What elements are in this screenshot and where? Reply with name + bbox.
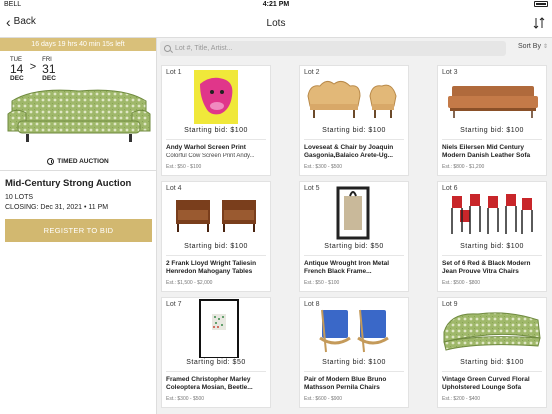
- search-icon: [164, 45, 171, 52]
- lot-card[interactable]: Lot 8 Starting bid: $100 Pair of Modern …: [299, 297, 409, 408]
- starting-bid: Starting bid: $50: [186, 359, 246, 366]
- register-to-bid-button[interactable]: REGISTER TO BID: [5, 219, 152, 242]
- app-window: BELL 4:21 PM ‹ Back Lots 16 days 19 hrs …: [0, 0, 552, 414]
- lot-estimate: Est.: $300 - $500: [166, 396, 205, 402]
- auction-info-panel: 16 days 19 hrs 40 min 15s left TUE 14 DE…: [0, 38, 157, 414]
- sort-arrows-icon: ⇕: [542, 43, 548, 50]
- divider: [166, 371, 266, 372]
- starting-bid: Starting bid: $100: [322, 127, 386, 134]
- lot-number: Lot 6: [442, 185, 458, 192]
- lot-card[interactable]: Lot 1 Starting bid: $100 Andy Warhol Scr…: [161, 65, 271, 176]
- divider: [304, 139, 404, 140]
- divider: [304, 371, 404, 372]
- sort-filter-icon[interactable]: [533, 17, 545, 29]
- clock-icon: [47, 158, 55, 165]
- divider: [304, 255, 404, 256]
- lot-number: Lot 4: [166, 185, 182, 192]
- search-input[interactable]: Lot #, Title, Artist...: [160, 41, 506, 56]
- divider: [442, 139, 542, 140]
- end-day: 31: [42, 62, 56, 76]
- sort-by-label: Sort By: [518, 43, 541, 50]
- start-day: 14: [10, 62, 24, 76]
- lot-estimate: Est.: $800 - $1,200: [442, 164, 485, 170]
- starting-bid: Starting bid: $100: [460, 359, 524, 366]
- starting-bid: Starting bid: $100: [460, 243, 524, 250]
- lot-estimate: Est.: $50 - $100: [304, 280, 340, 286]
- nav-bar: ‹ Back Lots: [0, 10, 552, 38]
- lot-card[interactable]: Lot 6 Starting bid: $100 Set of 6 Red & …: [437, 181, 547, 292]
- lot-title: Niels Eilersen Mid Century Modern Danish…: [442, 144, 531, 159]
- lot-card[interactable]: Lot 3 Starting bid: $100 Niels Eilersen …: [437, 65, 547, 176]
- lot-card[interactable]: Lot 9 Starting bid: $100 Vintage Green C…: [437, 297, 547, 408]
- lot-count: 10 LOTS: [5, 194, 34, 201]
- status-bar: BELL 4:21 PM: [0, 0, 552, 10]
- divider: [442, 255, 542, 256]
- lot-number: Lot 2: [304, 69, 320, 76]
- closing-time: CLOSING: Dec 31, 2021 • 11 PM: [5, 204, 109, 211]
- lots-panel: Lot #, Title, Artist... Sort By ⇕ Lot 1 …: [157, 38, 552, 414]
- lot-estimate: Est.: $50 - $100: [166, 164, 202, 170]
- search-placeholder: Lot #, Title, Artist...: [175, 45, 233, 52]
- lot-title: Antique Wrought Iron Metal French Black …: [304, 260, 390, 275]
- lot-number: Lot 8: [304, 301, 320, 308]
- lot-title: Loveseat & Chair by Joaquin Gasgonia,Bal…: [304, 144, 394, 159]
- divider: [166, 139, 266, 140]
- auction-hero: TUE 14 DEC > FRI 31 DEC: [0, 51, 156, 151]
- lot-number: Lot 1: [166, 69, 182, 76]
- lot-subtitle: Colorful Cow Screen Print Andy...: [166, 153, 255, 159]
- countdown-banner: 16 days 19 hrs 40 min 15s left: [0, 38, 156, 51]
- lot-estimate: Est.: $1,500 - $2,000: [166, 280, 213, 286]
- sort-by-button[interactable]: Sort By ⇕: [518, 43, 548, 50]
- lot-title: Pair of Modern Blue Bruno Mathsson Perni…: [304, 376, 387, 391]
- lot-number: Lot 5: [304, 185, 320, 192]
- lot-card[interactable]: Lot 5 Starting bid: $50 Antique Wrought …: [299, 181, 409, 292]
- divider: [0, 170, 157, 171]
- divider: [166, 255, 266, 256]
- clock-time: 4:21 PM: [262, 1, 290, 8]
- lot-title: Andy Warhol Screen Print: [166, 144, 246, 151]
- lot-title: 2 Frank Lloyd Wright Taliesin Henredon M…: [166, 260, 257, 275]
- battery-icon: [534, 1, 548, 8]
- lot-estimate: Est.: $600 - $900: [304, 396, 343, 402]
- lot-title: Vintage Green Curved Floral Upholstered …: [442, 376, 530, 391]
- auction-title: Mid-Century Strong Auction: [5, 178, 132, 189]
- starting-bid: Starting bid: $100: [184, 127, 248, 134]
- lot-number: Lot 7: [166, 301, 182, 308]
- lot-estimate: Est.: $200 - $400: [442, 396, 481, 402]
- lot-title: Framed Christopher Marley Coleoptera Mos…: [166, 376, 253, 391]
- auction-cover-image: [7, 89, 151, 142]
- lot-estimate: Est.: $300 - $500: [304, 164, 343, 170]
- lot-estimate: Est.: $500 - $800: [442, 280, 481, 286]
- lot-title: Set of 6 Red & Black Modern Jean Prouve …: [442, 260, 531, 275]
- lot-number: Lot 3: [442, 69, 458, 76]
- lot-card[interactable]: Lot 7 Starting bid: $50 Framed Christoph…: [161, 297, 271, 408]
- auction-type-label: TIMED AUCTION: [57, 158, 109, 165]
- lot-card[interactable]: Lot 2 Starting bid: $100 Loveseat & Chai…: [299, 65, 409, 176]
- starting-bid: Starting bid: $50: [324, 243, 384, 250]
- lot-number: Lot 9: [442, 301, 458, 308]
- starting-bid: Starting bid: $100: [322, 359, 386, 366]
- divider: [442, 371, 542, 372]
- auction-type: TIMED AUCTION: [0, 158, 156, 165]
- starting-bid: Starting bid: $100: [460, 127, 524, 134]
- page-title: Lots: [266, 18, 286, 29]
- starting-bid: Starting bid: $100: [184, 243, 248, 250]
- lot-card[interactable]: Lot 4 Starting bid: $100 2 Frank Lloyd W…: [161, 181, 271, 292]
